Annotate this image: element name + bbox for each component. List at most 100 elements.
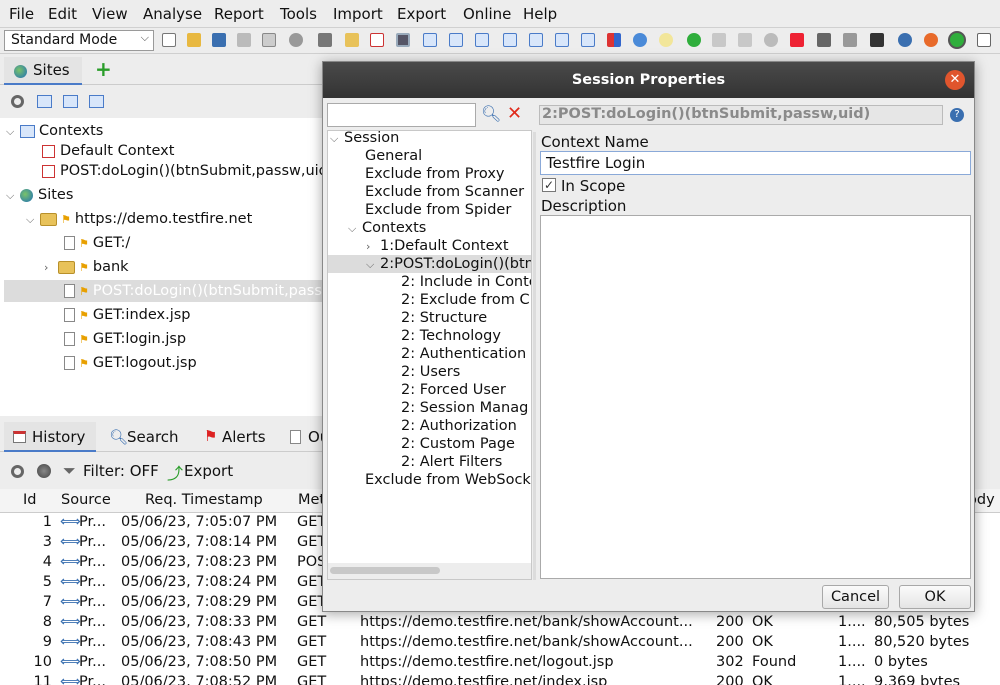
- terminal-icon[interactable]: [870, 33, 884, 47]
- tree-ctx2-child[interactable]: 2: Custom Page: [401, 435, 515, 453]
- panel-layout-icon[interactable]: [396, 33, 410, 47]
- layout-7-icon[interactable]: [581, 33, 595, 47]
- add-note-icon[interactable]: [345, 33, 359, 47]
- fuzz-icon[interactable]: [817, 33, 831, 47]
- layout-3-icon[interactable]: [475, 33, 489, 47]
- tree-session[interactable]: ⌵ Session: [330, 131, 399, 147]
- tree-contexts[interactable]: ⌵ Contexts: [6, 120, 103, 142]
- globe-icon[interactable]: [37, 464, 51, 478]
- layout-5-icon[interactable]: [529, 33, 543, 47]
- in-scope-label[interactable]: In Scope: [561, 177, 625, 195]
- menu-export[interactable]: Export: [397, 5, 446, 23]
- delete-note-icon[interactable]: [370, 33, 384, 47]
- filter-label[interactable]: Filter: OFF: [83, 462, 159, 480]
- tree-exclude-proxy[interactable]: Exclude from Proxy: [365, 165, 505, 183]
- tree-ctx2-child[interactable]: 2: Alert Filters: [401, 453, 502, 471]
- tab-search[interactable]: 🔍︎ Search: [106, 422, 198, 452]
- tree-ctx2-child[interactable]: 2: Technology: [401, 327, 501, 345]
- tree-node-bank[interactable]: › ⚑ bank: [44, 256, 129, 278]
- menu-edit[interactable]: Edit: [48, 5, 77, 23]
- ok-button[interactable]: OK: [899, 585, 971, 609]
- break-close-icon[interactable]: [790, 33, 804, 47]
- window-icon[interactable]: [977, 33, 991, 47]
- col-id[interactable]: Id: [23, 492, 36, 508]
- tree-ctx2-child[interactable]: 2: Exclude from C: [401, 291, 530, 309]
- target-icon[interactable]: [11, 95, 24, 108]
- start-icon[interactable]: [687, 33, 701, 47]
- tree-post-context[interactable]: POST:doLogin()(btnSubmit,passw,uid): [42, 160, 330, 182]
- open-session-icon[interactable]: [187, 33, 201, 47]
- tree-node-login[interactable]: ⚑ GET:login.jsp: [64, 328, 186, 350]
- layout-6-icon[interactable]: [555, 33, 569, 47]
- menu-tools[interactable]: Tools: [280, 5, 317, 23]
- tree-ctx2-child[interactable]: 2: Authorization: [401, 417, 517, 435]
- snapshot-icon[interactable]: [237, 33, 251, 47]
- split-divider[interactable]: [533, 132, 536, 580]
- clear-search-icon[interactable]: ✕: [507, 103, 522, 124]
- tree-hscroll[interactable]: [328, 563, 531, 579]
- menu-file[interactable]: File: [9, 5, 34, 23]
- refresh-icon[interactable]: [633, 33, 647, 47]
- tree-node-logout[interactable]: ⚑ GET:logout.jsp: [64, 352, 197, 374]
- cancel-button[interactable]: Cancel: [822, 585, 889, 609]
- tree-node-index[interactable]: ⚑ GET:index.jsp: [64, 304, 191, 326]
- description-textarea[interactable]: [540, 215, 971, 579]
- tree-ctx2[interactable]: ⌵ 2:POST:doLogin()(btn: [366, 255, 531, 273]
- firefox-icon[interactable]: [924, 33, 938, 47]
- step-icon[interactable]: [712, 33, 726, 47]
- close-icon[interactable]: ✕: [945, 70, 965, 90]
- save-session-icon[interactable]: [212, 33, 226, 47]
- layout-1-icon[interactable]: [423, 33, 437, 47]
- add-site-icon[interactable]: +: [95, 57, 112, 81]
- table-row[interactable]: 9 Pr... 05/06/23, 7:08:43 PM GET https://dem…: [0, 634, 1000, 654]
- show-tabs-icon[interactable]: [318, 33, 332, 47]
- target-icon[interactable]: [11, 465, 24, 478]
- tab-alerts[interactable]: ⚑ Alerts: [202, 422, 282, 452]
- network-icon[interactable]: [843, 33, 857, 47]
- help-icon[interactable]: [898, 33, 912, 47]
- menu-view[interactable]: View: [92, 5, 128, 23]
- table-row[interactable]: 11 Pr... 05/06/23, 7:08:52 PM GET https://de…: [0, 674, 1000, 685]
- table-row[interactable]: 8 Pr... 05/06/23, 7:08:33 PM GET https://dem…: [0, 614, 1000, 634]
- tree-exclude-scanner[interactable]: Exclude from Scanner: [365, 183, 524, 201]
- menu-analyse[interactable]: Analyse: [143, 5, 202, 23]
- export-context-icon[interactable]: [89, 95, 104, 108]
- tree-general[interactable]: General: [365, 147, 422, 165]
- col-source[interactable]: Source: [61, 492, 111, 508]
- export-icon[interactable]: ⤴: [167, 460, 183, 484]
- table-row[interactable]: 10 Pr... 05/06/23, 7:08:50 PM GET https://de…: [0, 654, 1000, 674]
- scan-policy-icon[interactable]: [607, 33, 621, 47]
- menu-help[interactable]: Help: [523, 5, 557, 23]
- lightbulb-icon[interactable]: [659, 33, 673, 47]
- tree-ctx1[interactable]: › 1:Default Context: [366, 237, 509, 255]
- drop-icon[interactable]: [764, 33, 778, 47]
- menu-import[interactable]: Import: [333, 5, 383, 23]
- session-properties-icon[interactable]: [262, 33, 276, 47]
- tree-ctx2-child[interactable]: 2: Authentication: [401, 345, 526, 363]
- help-icon[interactable]: ?: [950, 108, 964, 122]
- tree-node-get-root[interactable]: ⚑ GET:/: [64, 232, 130, 254]
- gear-icon[interactable]: [289, 33, 303, 47]
- scroll-thumb[interactable]: [330, 567, 440, 574]
- tree-node-post-dologin[interactable]: ⚑POST:doLogin()(btnSubmit,passw,uid): [64, 280, 330, 302]
- tree-exclude-websocket[interactable]: Exclude from WebSock: [365, 471, 531, 489]
- tree-default-context[interactable]: Default Context: [42, 140, 174, 162]
- import-context-icon[interactable]: [63, 95, 78, 108]
- tree-ctx2-child[interactable]: 2: Forced User: [401, 381, 506, 399]
- tree-ctx2-child[interactable]: 2: Include in Conte: [401, 273, 531, 291]
- tree-exclude-spider[interactable]: Exclude from Spider: [365, 201, 511, 219]
- tree-site-testfire[interactable]: ⌵ ⚑ https://demo.testfire.net: [26, 208, 252, 230]
- search-icon[interactable]: 🔍︎: [481, 104, 501, 123]
- col-timestamp[interactable]: Req. Timestamp: [145, 492, 263, 508]
- context-name-input[interactable]: Testfire Login: [540, 151, 971, 175]
- layout-2-icon[interactable]: [449, 33, 463, 47]
- layout-4-icon[interactable]: [503, 33, 517, 47]
- mode-select[interactable]: Standard Mode ⌵: [4, 30, 154, 51]
- menu-report[interactable]: Report: [214, 5, 264, 23]
- tree-search-input[interactable]: [327, 103, 476, 127]
- tree-ctx2-child[interactable]: 2: Users: [401, 363, 460, 381]
- tree-ctx2-child[interactable]: 2: Structure: [401, 309, 487, 327]
- menu-online[interactable]: Online: [463, 5, 511, 23]
- filter-icon[interactable]: ⏷: [63, 461, 76, 481]
- continue-icon[interactable]: [738, 33, 752, 47]
